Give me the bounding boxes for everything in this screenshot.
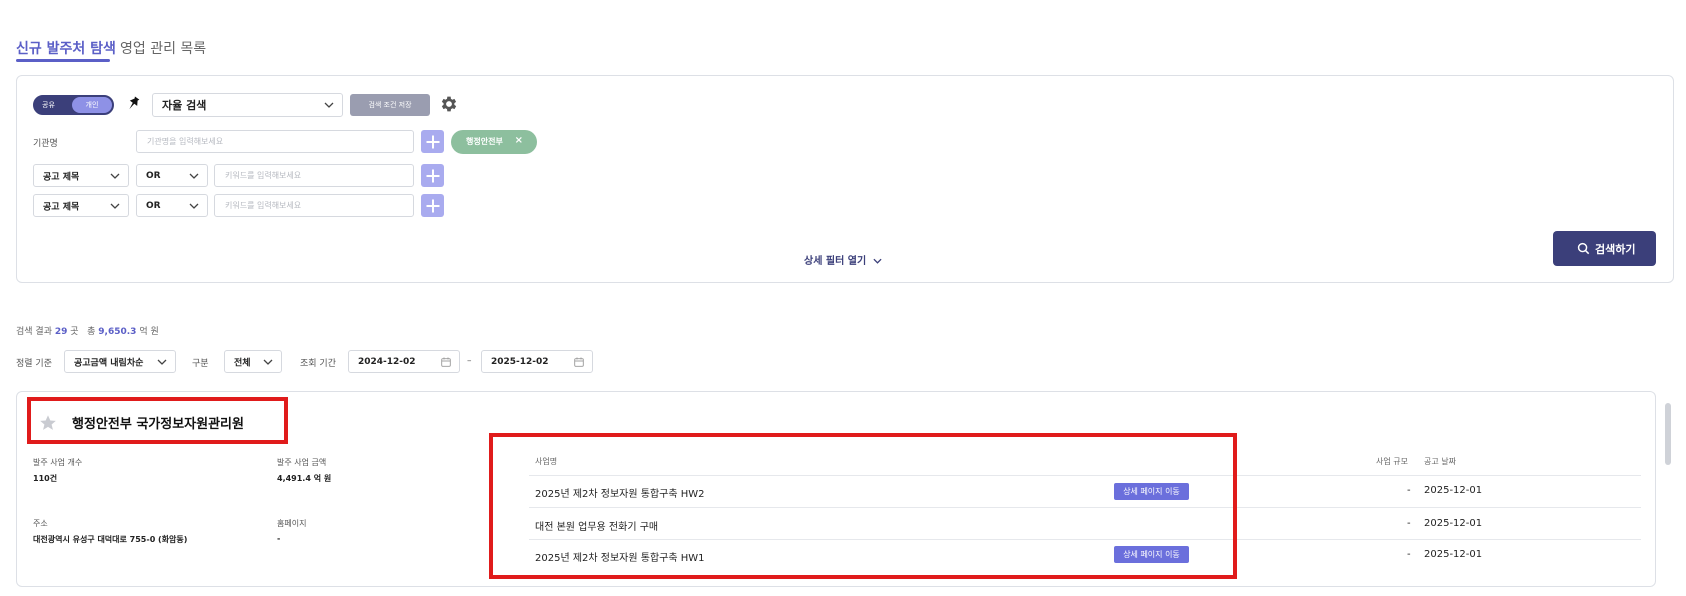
project-scale: - — [1407, 485, 1411, 496]
add-org-button[interactable] — [421, 130, 444, 153]
keyword-input[interactable] — [215, 165, 413, 186]
keyword-field-select[interactable]: 공고 제목 — [33, 164, 129, 187]
gear-icon[interactable] — [439, 94, 459, 114]
date-from-field[interactable]: 2024-12-02 — [348, 350, 460, 373]
keyword-field[interactable] — [214, 194, 414, 217]
keyword-operator-value: OR — [146, 200, 161, 211]
date-from-value: 2024-12-02 — [358, 356, 416, 367]
search-mode-select[interactable]: 자율 검색 — [152, 93, 343, 117]
date-to-field[interactable]: 2025-12-02 — [481, 350, 593, 373]
project-count-value: 110건 — [33, 474, 58, 483]
org-name-field[interactable] — [136, 130, 414, 153]
result-summary: 검색 결과 29 곳 총 9,650.3 억 원 — [16, 324, 159, 337]
chevron-down-icon — [189, 173, 199, 179]
chevron-down-icon — [324, 102, 334, 108]
sort-select[interactable]: 공고금액 내림차순 — [64, 350, 176, 373]
date-to-value: 2025-12-02 — [491, 356, 549, 367]
chip-label: 행정안전부 — [466, 137, 503, 146]
scrollbar-thumb[interactable] — [1665, 403, 1671, 465]
org-filter-chip[interactable]: 행정안전부 × — [451, 130, 537, 154]
total-unit: 억 원 — [139, 327, 159, 337]
period-label: 조회 기간 — [300, 359, 336, 369]
sort-value: 공고금액 내림차순 — [74, 358, 144, 368]
project-count-label: 발주 사업 개수 — [33, 458, 83, 467]
keyword-field-select[interactable]: 공고 제목 — [33, 194, 129, 217]
keyword-operator-select[interactable]: OR — [136, 194, 208, 217]
org-name-label: 기관명 — [33, 139, 58, 149]
org-name-input[interactable] — [137, 131, 413, 152]
chevron-down-icon — [110, 203, 120, 209]
project-scale: - — [1407, 518, 1411, 529]
category-select[interactable]: 전체 — [224, 350, 282, 373]
keyword-input[interactable] — [215, 195, 413, 216]
search-button-label: 검색하기 — [1595, 243, 1636, 256]
address-label: 주소 — [33, 519, 48, 528]
sort-label: 정렬 기준 — [16, 359, 52, 369]
chevron-down-icon — [157, 359, 167, 365]
search-icon — [1577, 242, 1590, 255]
toggle-share-label[interactable]: 공유 — [42, 100, 55, 110]
result-scrollbar[interactable] — [1664, 391, 1672, 587]
save-search-condition-button[interactable]: 검색 조건 저장 — [350, 94, 430, 116]
category-label: 구분 — [192, 359, 209, 369]
tab-active-underline — [16, 59, 110, 62]
add-keyword-button[interactable] — [421, 164, 444, 187]
homepage-label: 홈페이지 — [277, 519, 307, 528]
total-prefix: 총 — [87, 327, 96, 337]
pin-icon[interactable] — [124, 95, 142, 113]
tab-sales-management[interactable]: 영업 관리 목록 — [120, 38, 206, 58]
address-value: 대전광역시 유성구 대덕대로 755-0 (화암동) — [33, 535, 188, 544]
keyword-operator-value: OR — [146, 170, 161, 181]
add-keyword-button[interactable] — [421, 194, 444, 217]
keyword-field-value: 공고 제목 — [43, 202, 80, 212]
chevron-down-icon — [873, 258, 882, 264]
keyword-operator-select[interactable]: OR — [136, 164, 208, 187]
project-date: 2025-12-01 — [1424, 485, 1483, 496]
summary-prefix: 검색 결과 — [16, 327, 52, 337]
project-date: 2025-12-01 — [1424, 549, 1483, 560]
toggle-personal-label[interactable]: 개인 — [72, 97, 112, 113]
category-value: 전체 — [234, 358, 251, 368]
share-personal-toggle[interactable]: 공유 개인 — [33, 95, 114, 115]
chevron-down-icon — [110, 173, 120, 179]
highlight-box-title — [27, 397, 288, 444]
project-amount-label: 발주 사업 금액 — [277, 458, 327, 467]
search-button[interactable]: 검색하기 — [1553, 231, 1656, 266]
detail-filter-label: 상세 필터 열기 — [804, 256, 867, 267]
chevron-down-icon — [263, 359, 273, 365]
close-icon[interactable]: × — [515, 135, 523, 146]
keyword-field-value: 공고 제목 — [43, 172, 80, 182]
calendar-icon[interactable] — [574, 357, 584, 367]
detail-filter-toggle[interactable]: 상세 필터 열기 — [804, 252, 882, 267]
keyword-field[interactable] — [214, 164, 414, 187]
project-scale: - — [1407, 549, 1411, 560]
result-count-unit: 곳 — [70, 327, 79, 337]
project-date: 2025-12-01 — [1424, 518, 1483, 529]
column-header-date: 공고 날짜 — [1424, 457, 1456, 466]
highlight-box-table — [489, 433, 1237, 579]
total-amount: 9,650.3 — [98, 327, 137, 337]
homepage-value: - — [277, 534, 281, 543]
result-count: 29 — [54, 327, 68, 337]
search-mode-value: 자율 검색 — [162, 99, 207, 112]
calendar-icon[interactable] — [441, 357, 451, 367]
tab-new-client-search[interactable]: 신규 발주처 탐색 — [16, 38, 116, 58]
chevron-down-icon — [189, 203, 199, 209]
column-header-scale: 사업 규모 — [1376, 457, 1408, 466]
project-amount-value: 4,491.4 억 원 — [277, 474, 332, 483]
date-separator: – — [467, 356, 472, 366]
